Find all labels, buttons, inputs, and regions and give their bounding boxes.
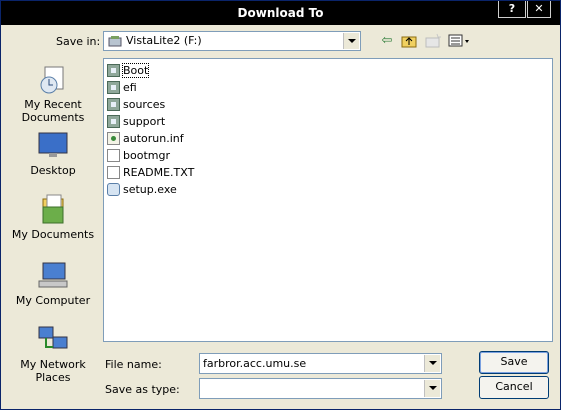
views-menu-icon[interactable] xyxy=(448,32,472,50)
place-desktop[interactable]: Desktop xyxy=(9,129,97,177)
place-recent-documents[interactable]: My Recent Documents xyxy=(9,63,97,124)
help-button[interactable]: ? xyxy=(498,1,526,18)
save-in-label: Save in: xyxy=(56,35,101,48)
text-file-icon xyxy=(107,166,120,179)
file-list[interactable]: Boot efi sources support autorun.inf boo… xyxy=(103,58,553,342)
chevron-down-icon[interactable] xyxy=(343,33,359,49)
place-label: Desktop xyxy=(30,164,76,177)
file-name: README.TXT xyxy=(123,166,195,179)
up-folder-icon[interactable] xyxy=(400,32,418,50)
drive-icon xyxy=(108,36,122,47)
file-name-input[interactable]: farbror.acc.umu.se xyxy=(199,353,442,374)
folder-icon xyxy=(107,81,120,94)
title-bar: Download To ? ✕ xyxy=(1,1,560,25)
folder-icon xyxy=(107,98,120,111)
recent-documents-icon xyxy=(40,66,64,94)
place-network-places[interactable]: My Network Places xyxy=(9,323,97,384)
place-label: My Network Places xyxy=(20,358,86,384)
place-my-computer[interactable]: My Computer xyxy=(9,259,97,307)
cancel-button[interactable]: Cancel xyxy=(479,376,549,399)
dialog-title: Download To xyxy=(237,6,324,20)
file-name: Boot xyxy=(121,63,150,78)
desktop-icon xyxy=(38,132,68,157)
save-in-dropdown[interactable]: VistaLite2 (F:) xyxy=(103,31,361,51)
file-name: sources xyxy=(123,98,166,111)
file-name: autorun.inf xyxy=(123,132,184,145)
file-name: support xyxy=(123,115,166,128)
close-button[interactable]: ✕ xyxy=(527,1,551,18)
save-as-type-dropdown[interactable] xyxy=(199,378,442,399)
my-computer-icon xyxy=(38,262,68,288)
application-icon xyxy=(107,183,120,196)
place-label: My Computer xyxy=(15,294,91,307)
new-folder-icon[interactable] xyxy=(424,32,442,50)
place-my-documents[interactable]: My Documents xyxy=(9,193,97,241)
document-icon xyxy=(107,149,120,162)
file-name: setup.exe xyxy=(123,183,177,196)
back-arrow-icon[interactable]: ⇦ xyxy=(378,32,396,50)
places-bar: My Recent Documents Desktop My Documents… xyxy=(9,57,97,384)
my-documents-icon xyxy=(42,194,64,224)
folder-icon xyxy=(107,115,120,128)
settings-file-icon xyxy=(107,132,120,145)
save-as-type-label: Save as type: xyxy=(105,383,180,396)
save-button[interactable]: Save xyxy=(479,351,549,374)
save-in-value: VistaLite2 (F:) xyxy=(126,34,202,47)
download-to-dialog: Download To ? ✕ Save in: VistaLite2 (F:)… xyxy=(0,0,561,410)
file-name-label: File name: xyxy=(105,358,162,371)
chevron-down-icon[interactable] xyxy=(424,380,440,397)
chevron-down-icon[interactable] xyxy=(424,355,440,372)
file-name-value: farbror.acc.umu.se xyxy=(203,357,307,370)
place-label: My Documents xyxy=(11,228,95,241)
file-name: efi xyxy=(123,81,137,94)
folder-icon xyxy=(107,64,120,77)
network-places-icon xyxy=(38,326,68,349)
file-name: bootmgr xyxy=(123,149,170,162)
place-label: My Recent Documents xyxy=(21,98,85,124)
